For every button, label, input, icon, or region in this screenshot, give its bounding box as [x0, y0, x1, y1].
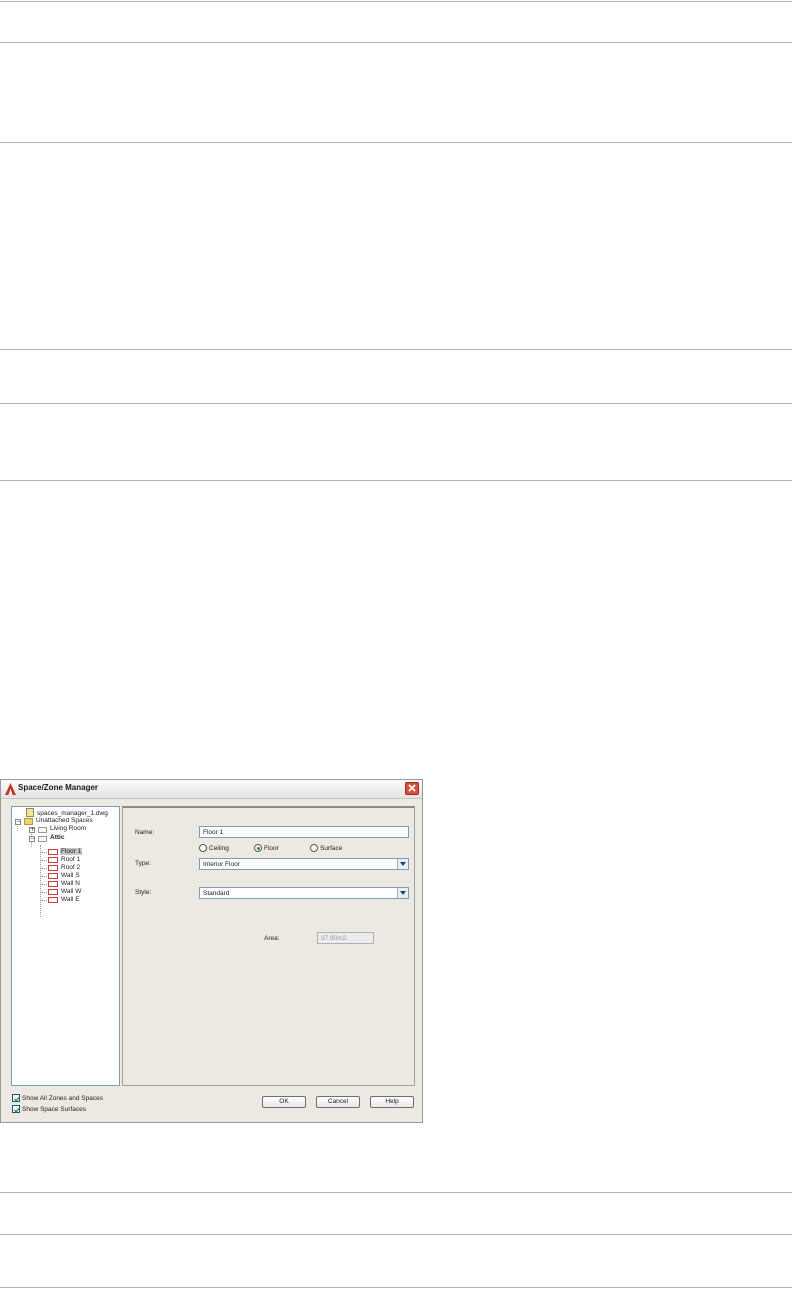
area-label: Area:	[264, 935, 280, 942]
surface-icon	[48, 865, 58, 871]
name-label: Name:	[135, 829, 155, 836]
autocad-logo-icon	[5, 783, 16, 795]
show-surfaces-label[interactable]: Show Space Surfaces	[22, 1106, 86, 1113]
tree-item-label: spaces_manager_1.dwg	[37, 810, 108, 817]
tree-item-label: Roof 1	[61, 856, 81, 863]
help-button[interactable]: Help	[370, 1096, 414, 1108]
surface-icon	[48, 849, 58, 855]
drawing-file-icon	[26, 808, 34, 817]
surface-icon	[48, 857, 58, 863]
tree-item-label: Roof 2	[61, 864, 81, 871]
show-all-label[interactable]: Show All Zones and Spaces	[22, 1095, 103, 1102]
surface-icon	[48, 873, 58, 879]
style-dropdown-button[interactable]	[397, 888, 408, 898]
tree-connector	[41, 884, 47, 885]
ceiling-radio-label[interactable]: Ceiling	[209, 845, 229, 852]
tree-item-label: Wall N	[61, 880, 80, 887]
tree-item-unattached-spaces[interactable]: Unattached Spaces	[36, 817, 93, 825]
space-zone-manager-dialog: Space/Zone Manager spaces_manager_1.dwg …	[0, 779, 423, 1123]
ceiling-radio[interactable]	[199, 844, 207, 852]
page-rule	[0, 349, 792, 350]
floor-radio[interactable]	[254, 844, 262, 852]
ok-button[interactable]: OK	[262, 1096, 306, 1108]
page-rule	[0, 42, 792, 43]
show-surfaces-checkbox[interactable]	[12, 1105, 20, 1113]
space-tree[interactable]: spaces_manager_1.dwg − Unattached Spaces…	[11, 806, 120, 1086]
tree-connector	[41, 860, 47, 861]
tree-item-surface[interactable]: Roof 2	[61, 864, 80, 872]
chevron-down-icon	[400, 862, 406, 866]
surface-radio[interactable]	[310, 844, 318, 852]
tree-item-surface[interactable]: Floor 1	[60, 848, 83, 856]
space-icon	[38, 827, 47, 833]
tree-connector	[41, 852, 47, 853]
type-dropdown[interactable]: Interior Floor	[199, 858, 409, 870]
tree-item-living-room[interactable]: Living Room	[50, 825, 86, 833]
close-icon	[408, 784, 416, 792]
tree-connector	[41, 876, 47, 877]
page-rule	[0, 1192, 792, 1193]
page-rule	[0, 480, 792, 481]
page-rule	[0, 1287, 792, 1288]
page-rule	[0, 403, 792, 404]
page-rule	[0, 142, 792, 143]
surface-radio-label[interactable]: Surface	[320, 845, 342, 852]
type-value: Interior Floor	[203, 861, 240, 868]
page-rule	[0, 1, 792, 2]
tree-item-label: Unattached Spaces	[36, 817, 93, 824]
area-field: 37.90m2	[317, 932, 374, 944]
tree-item-label: Wall E	[61, 896, 80, 903]
tree-item-label: Attic	[50, 834, 65, 841]
style-value: Standard	[203, 890, 230, 897]
show-all-checkbox[interactable]	[12, 1094, 20, 1102]
expand-icon[interactable]: +	[29, 827, 35, 833]
tree-item-label: Wall W	[61, 888, 82, 895]
tree-connector	[41, 900, 47, 901]
name-field[interactable]: Floor 1	[199, 826, 409, 838]
tree-item-surface[interactable]: Wall W	[61, 888, 81, 896]
tree-item-label: Living Room	[50, 825, 87, 832]
surface-icon	[48, 881, 58, 887]
tree-item-label: Floor 1	[60, 848, 83, 855]
collapse-icon[interactable]: −	[29, 836, 35, 842]
tree-item-surface[interactable]: Wall E	[61, 896, 80, 904]
properties-panel: Name: Floor 1 Ceiling Floor Surface Type…	[122, 806, 415, 1086]
type-label: Type:	[135, 860, 151, 867]
check-icon	[14, 1107, 20, 1113]
surface-icon	[48, 897, 58, 903]
collapse-icon[interactable]: −	[15, 819, 21, 825]
tree-item-surface[interactable]: Roof 1	[61, 856, 80, 864]
tree-item-label: Wall S	[61, 872, 80, 879]
tree-item-attic[interactable]: Attic	[50, 834, 64, 842]
title-bar[interactable]: Space/Zone Manager	[1, 780, 422, 799]
check-icon	[14, 1096, 20, 1102]
tree-connector	[41, 892, 47, 893]
tree-item-surface[interactable]: Wall S	[61, 872, 80, 880]
dialog-title: Space/Zone Manager	[18, 783, 99, 792]
surface-icon	[48, 889, 58, 895]
style-label: Style:	[135, 889, 152, 896]
tree-connector	[40, 845, 41, 917]
type-dropdown-button[interactable]	[397, 859, 408, 869]
chevron-down-icon	[400, 891, 406, 895]
space-icon	[38, 836, 47, 842]
style-dropdown[interactable]: Standard	[199, 887, 409, 899]
area-value: 37.90m2	[321, 935, 347, 942]
close-button[interactable]	[405, 782, 419, 795]
tree-connector	[41, 868, 47, 869]
page-rule	[0, 1234, 792, 1235]
tree-item-surface[interactable]: Wall N	[61, 880, 80, 888]
cancel-button[interactable]: Cancel	[316, 1096, 360, 1108]
name-value: Floor 1	[203, 829, 224, 836]
floor-radio-label[interactable]: Floor	[264, 845, 279, 852]
folder-icon	[24, 818, 33, 825]
